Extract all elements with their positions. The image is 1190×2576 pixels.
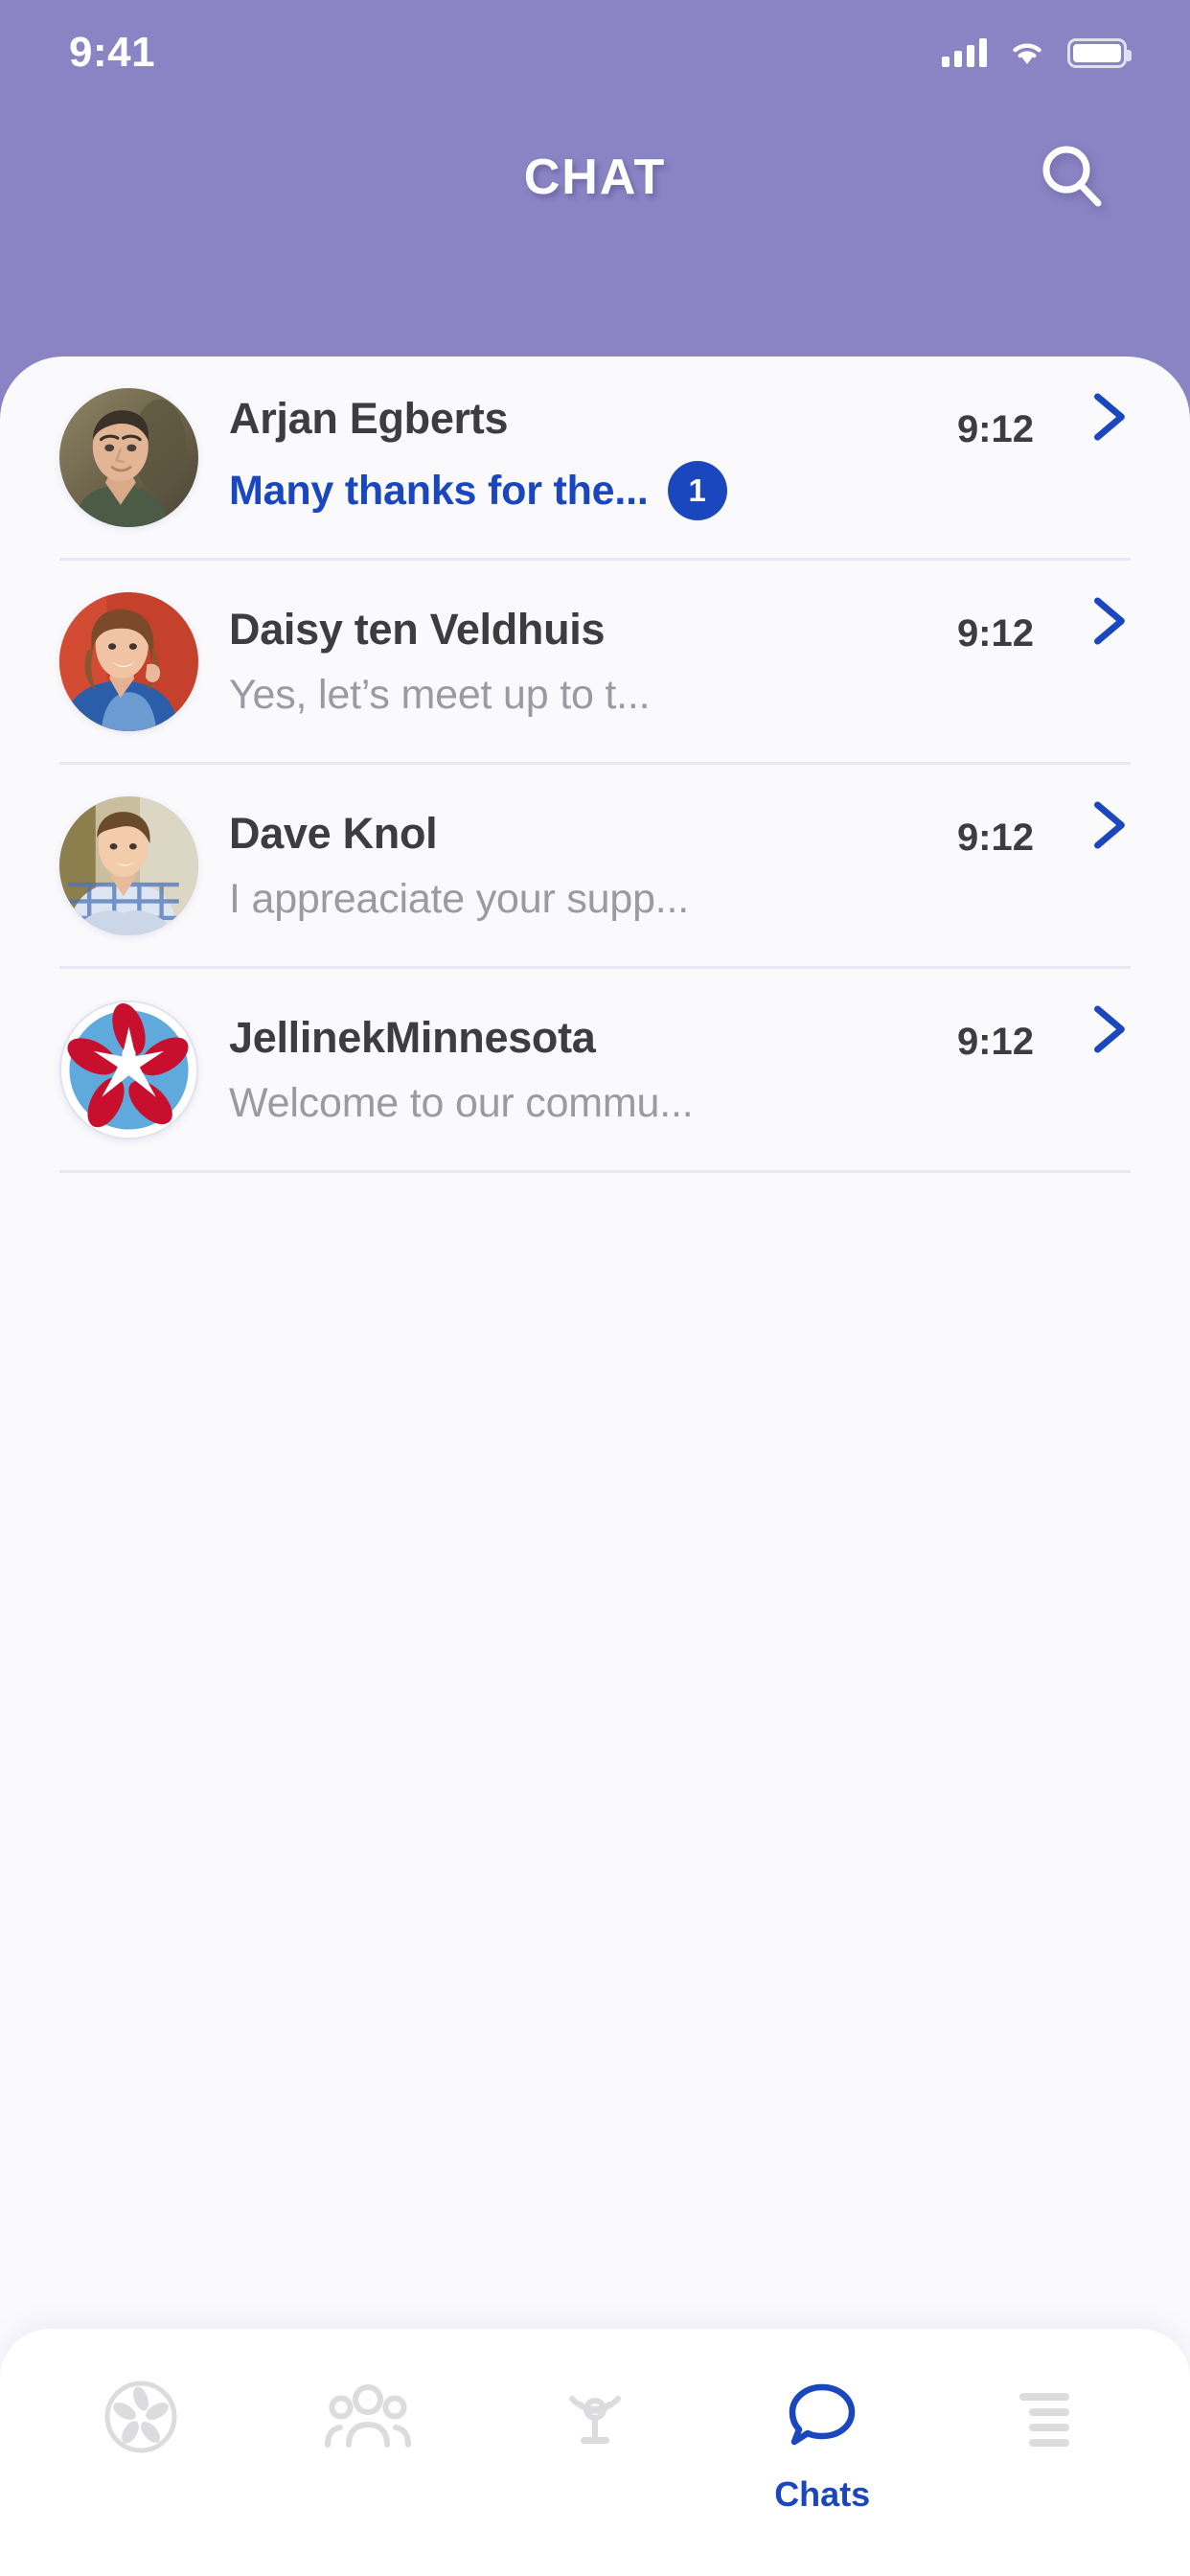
cellular-signal-icon [942,38,987,67]
bottom-tab-bar: Chats [0,2329,1190,2576]
chevron-right-icon[interactable] [1087,799,1131,851]
search-icon [1042,146,1102,207]
tab-home[interactable] [27,2329,254,2461]
chat-row-bottom: Many thanks for the... 1 [229,461,1131,520]
chat-preview: I appreaciate your supp... [229,875,690,922]
chat-list-item[interactable]: Daisy ten Veldhuis Yes, let’s meet up to… [0,561,1190,762]
status-bar: 9:41 [0,0,1190,105]
page-title: CHAT [523,150,667,205]
battery-icon [1067,37,1132,68]
chat-time: 9:12 [956,612,1034,655]
chat-time: 9:12 [956,408,1034,450]
logo-jellinek-star [61,1001,196,1138]
photo-man-green-jacket [59,387,198,527]
status-icons [942,37,1132,68]
wifi-icon [1013,43,1041,64]
chat-time: 9:12 [956,816,1034,859]
menu-list-icon [1005,2373,1093,2461]
chat-list-item[interactable]: JellinekMinnesota Welcome to our commu..… [0,969,1190,1170]
chevron-right-icon[interactable] [1087,391,1131,443]
chat-row-bottom: Yes, let’s meet up to t... [229,672,1131,719]
photo-man-plaid-shirt [59,795,198,935]
group-people-icon [324,2373,412,2461]
phone-screen: 9:41 CHAT Arjan Egberts Many thanks for … [0,0,1190,2576]
chat-preview: Many thanks for the... [229,467,649,514]
chat-list: Arjan Egberts Many thanks for the... 1 9… [0,356,1190,1173]
chat-bubble-icon [778,2373,866,2461]
tab-more[interactable] [936,2329,1163,2461]
chat-name: Daisy ten Veldhuis [229,604,606,654]
app-header: CHAT [0,105,1190,249]
chat-name: JellinekMinnesota [229,1012,596,1062]
photo-woman-red-background [59,591,198,731]
list-divider [59,1170,1131,1173]
avatar [59,1000,198,1139]
unread-badge: 1 [667,461,727,520]
avatar [59,387,198,527]
chat-preview: Yes, let’s meet up to t... [229,671,651,718]
chat-row-bottom: I appreaciate your supp... [229,876,1131,923]
chat-time: 9:12 [956,1021,1034,1063]
chat-name: Arjan Egberts [229,394,509,443]
tab-label: Chats [774,2474,871,2514]
chevron-right-icon[interactable] [1087,1003,1131,1055]
chat-row-bottom: Welcome to our commu... [229,1080,1131,1127]
avatar [59,591,198,731]
tab-groups[interactable] [254,2329,481,2461]
chevron-right-icon[interactable] [1087,595,1131,647]
status-time: 9:41 [69,29,156,76]
tab-chats[interactable]: Chats [709,2329,936,2515]
chat-list-item[interactable]: Dave Knol I appreaciate your supp... 9:1… [0,765,1190,966]
content-card: Arjan Egberts Many thanks for the... 1 9… [0,356,1190,2398]
flower-logo-icon [97,2373,185,2461]
broadcast-icon [551,2373,639,2461]
search-button[interactable] [1029,134,1115,220]
chat-name: Dave Knol [229,808,438,858]
chat-preview: Welcome to our commu... [229,1079,694,1126]
avatar [59,795,198,935]
tab-broadcast[interactable] [481,2329,708,2461]
chat-list-item[interactable]: Arjan Egberts Many thanks for the... 1 9… [0,356,1190,558]
